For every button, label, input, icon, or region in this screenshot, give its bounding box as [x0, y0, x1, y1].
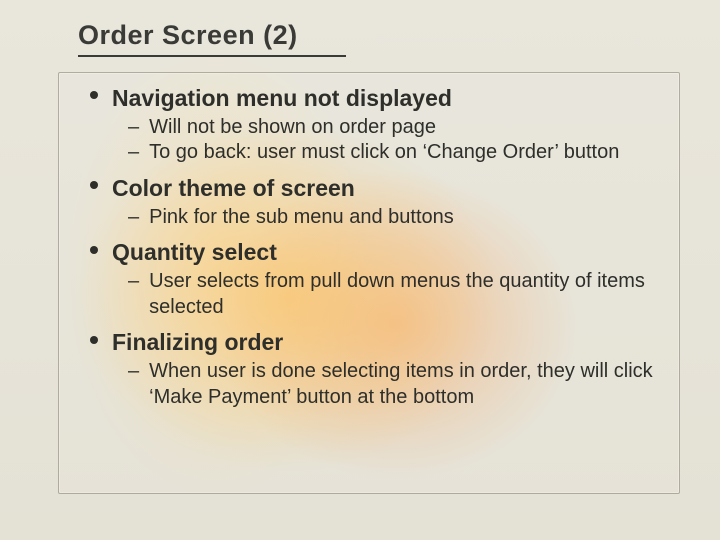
sub-text: When user is done selecting items in ord… — [149, 359, 660, 410]
dash-icon: – — [128, 359, 139, 385]
sub-text: Will not be shown on order page — [149, 115, 660, 141]
bullet-heading-row: Finalizing order — [90, 328, 660, 357]
bullet-heading-row: Quantity select — [90, 238, 660, 267]
bullet-heading-row: Navigation menu not displayed — [90, 84, 660, 113]
slide: Order Screen (2) Navigation menu not dis… — [0, 0, 720, 540]
dash-icon: – — [128, 140, 139, 166]
sub-text: User selects from pull down menus the qu… — [149, 269, 660, 320]
dash-icon: – — [128, 205, 139, 231]
bullet-dot-icon — [90, 246, 98, 254]
slide-content: Navigation menu not displayed – Will not… — [90, 84, 660, 418]
sub-text: Pink for the sub menu and buttons — [149, 205, 660, 231]
sub-item: – To go back: user must click on ‘Change… — [128, 140, 660, 166]
bullet-item: Quantity select – User selects from pull… — [90, 238, 660, 320]
sub-item: – When user is done selecting items in o… — [128, 359, 660, 410]
dash-icon: – — [128, 115, 139, 141]
sub-item: – Pink for the sub menu and buttons — [128, 205, 660, 231]
bullet-heading: Color theme of screen — [112, 174, 355, 203]
bullet-list: Navigation menu not displayed – Will not… — [90, 84, 660, 410]
slide-title: Order Screen (2) — [78, 20, 298, 51]
dash-icon: – — [128, 269, 139, 295]
sub-list: – Will not be shown on order page – To g… — [90, 115, 660, 166]
sub-list: – Pink for the sub menu and buttons — [90, 205, 660, 231]
sub-item: – User selects from pull down menus the … — [128, 269, 660, 320]
sub-item: – Will not be shown on order page — [128, 115, 660, 141]
sub-list: – When user is done selecting items in o… — [90, 359, 660, 410]
bullet-heading-row: Color theme of screen — [90, 174, 660, 203]
bullet-heading: Finalizing order — [112, 328, 283, 357]
bullet-item: Navigation menu not displayed – Will not… — [90, 84, 660, 166]
bullet-heading: Quantity select — [112, 238, 277, 267]
bullet-item: Color theme of screen – Pink for the sub… — [90, 174, 660, 230]
bullet-item: Finalizing order – When user is done sel… — [90, 328, 660, 410]
sub-list: – User selects from pull down menus the … — [90, 269, 660, 320]
bullet-dot-icon — [90, 336, 98, 344]
sub-text: To go back: user must click on ‘Change O… — [149, 140, 660, 166]
title-underline — [78, 55, 346, 57]
bullet-dot-icon — [90, 181, 98, 189]
bullet-heading: Navigation menu not displayed — [112, 84, 452, 113]
bullet-dot-icon — [90, 91, 98, 99]
